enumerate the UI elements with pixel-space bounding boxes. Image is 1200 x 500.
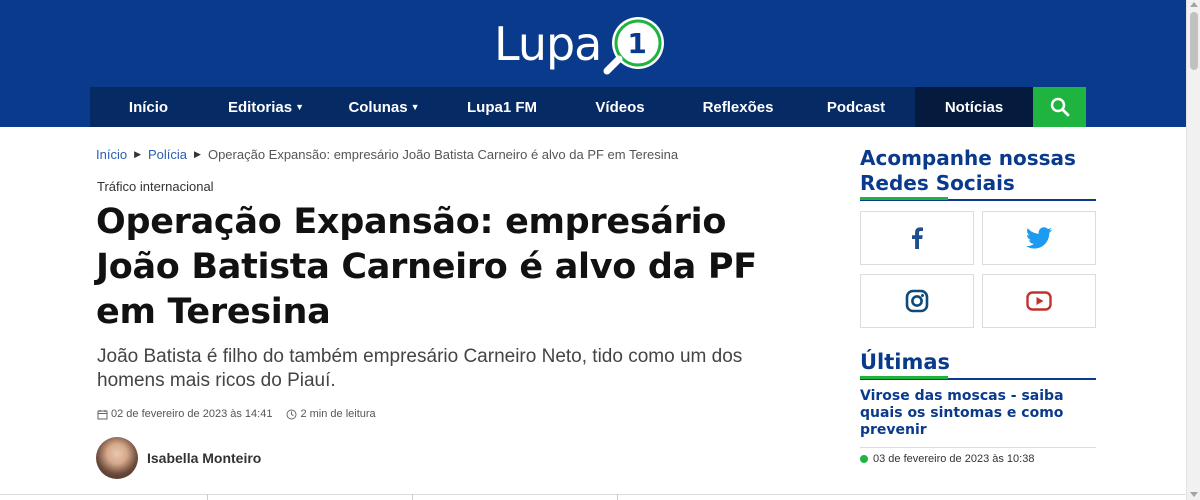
- article-title: Operação Expansão: empresário João Batis…: [96, 202, 757, 332]
- youtube-link[interactable]: [982, 274, 1096, 328]
- publish-date: 02 de fevereiro de 2023 às 14:41: [97, 408, 272, 420]
- nav-item-noticias[interactable]: Notícias: [915, 87, 1033, 127]
- magnifier-logo-icon: 1: [603, 13, 669, 75]
- latest-news-date: 03 de fevereiro de 2023 às 10:38: [873, 453, 1035, 465]
- author-name[interactable]: Isabella Monteiro: [147, 450, 261, 466]
- nav-label: Lupa1 FM: [467, 98, 537, 116]
- nav-label: Vídeos: [595, 98, 645, 116]
- instagram-link[interactable]: [860, 274, 974, 328]
- latest-news-link[interactable]: Virose das moscas - saiba quais os sinto…: [860, 388, 1090, 439]
- search-button[interactable]: [1033, 87, 1086, 127]
- nav-item-podcast[interactable]: Podcast: [797, 87, 915, 127]
- logo-number: 1: [627, 27, 647, 60]
- calendar-icon: [97, 409, 108, 419]
- author-avatar[interactable]: [96, 437, 138, 479]
- publish-date-text: 02 de fevereiro de 2023 às 14:41: [111, 408, 273, 420]
- nav-item-inicio[interactable]: Início: [90, 87, 207, 127]
- article-author[interactable]: Isabella Monteiro: [96, 437, 261, 479]
- main-nav-bar: Início Editorias ▼ Colunas ▼ Lupa1 FM Víde…: [0, 87, 1186, 127]
- clock-icon: [286, 409, 297, 419]
- article-subtitle: João Batista é filho do também empresári…: [97, 346, 743, 391]
- nav-item-colunas[interactable]: Colunas ▼: [325, 87, 443, 127]
- nav-label: Reflexões: [702, 98, 774, 116]
- divider-tick: [412, 494, 413, 500]
- nav-item-lupa1-fm[interactable]: Lupa1 FM: [443, 87, 561, 127]
- nav-item-videos[interactable]: Vídeos: [561, 87, 679, 127]
- instagram-icon: [905, 289, 929, 313]
- site-header: Lupa 1: [0, 0, 1186, 87]
- latest-section-title: Últimas: [860, 350, 951, 374]
- main-nav: Início Editorias ▼ Colunas ▼ Lupa1 FM Víde…: [90, 87, 1086, 127]
- scroll-down-arrow-icon[interactable]: [1190, 492, 1198, 497]
- page-scrollbar[interactable]: [1186, 0, 1200, 500]
- nav-item-editorias[interactable]: Editorias ▼: [207, 87, 325, 127]
- nav-label: Notícias: [944, 98, 1004, 116]
- twitter-link[interactable]: [982, 211, 1096, 265]
- read-time-text: 2 min de leitura: [300, 408, 376, 420]
- nav-label: Início: [128, 98, 169, 116]
- divider-tick: [617, 494, 618, 500]
- nav-label: Colunas: [348, 98, 408, 116]
- status-dot-icon: [860, 455, 868, 463]
- youtube-icon: [1026, 291, 1052, 311]
- chevron-right-icon: ▶: [134, 149, 141, 159]
- nav-label: Editorias: [227, 98, 293, 116]
- scroll-up-arrow-icon[interactable]: [1190, 2, 1198, 7]
- divider-tick: [207, 494, 208, 500]
- content-divider: [0, 494, 1186, 495]
- breadcrumb-current: Operação Expansão: empresário João Batis…: [207, 147, 679, 162]
- breadcrumb-link-inicio[interactable]: Início: [96, 147, 127, 162]
- chevron-right-icon: ▶: [194, 149, 201, 159]
- social-section-title: Acompanhe nossas Redes Sociais: [860, 146, 1076, 195]
- read-time: 2 min de leitura: [286, 408, 376, 420]
- facebook-link[interactable]: [860, 211, 974, 265]
- article-kicker: Tráfico internacional: [97, 179, 214, 194]
- logo-text: Lupa: [494, 17, 602, 71]
- search-icon: [1050, 97, 1069, 117]
- caret-down-icon: ▼: [410, 102, 420, 112]
- caret-down-icon: ▼: [295, 102, 305, 112]
- breadcrumb-link-policia[interactable]: Polícia: [148, 147, 187, 162]
- twitter-icon: [1026, 227, 1052, 249]
- nav-item-reflexoes[interactable]: Reflexões: [679, 87, 797, 127]
- breadcrumb: Início ▶ Polícia ▶ Operação Expansão: em…: [96, 147, 678, 162]
- latest-divider: [860, 447, 1096, 448]
- section-underline-accent: [860, 197, 948, 200]
- article-meta: 02 de fevereiro de 2023 às 14:41 2 min d…: [97, 408, 390, 420]
- latest-news-meta: 03 de fevereiro de 2023 às 10:38: [860, 453, 1034, 465]
- facebook-icon: [912, 227, 923, 249]
- scroll-thumb[interactable]: [1190, 12, 1198, 70]
- nav-label: Podcast: [826, 98, 886, 116]
- section-underline-accent: [860, 376, 948, 379]
- site-logo[interactable]: Lupa 1: [494, 13, 669, 75]
